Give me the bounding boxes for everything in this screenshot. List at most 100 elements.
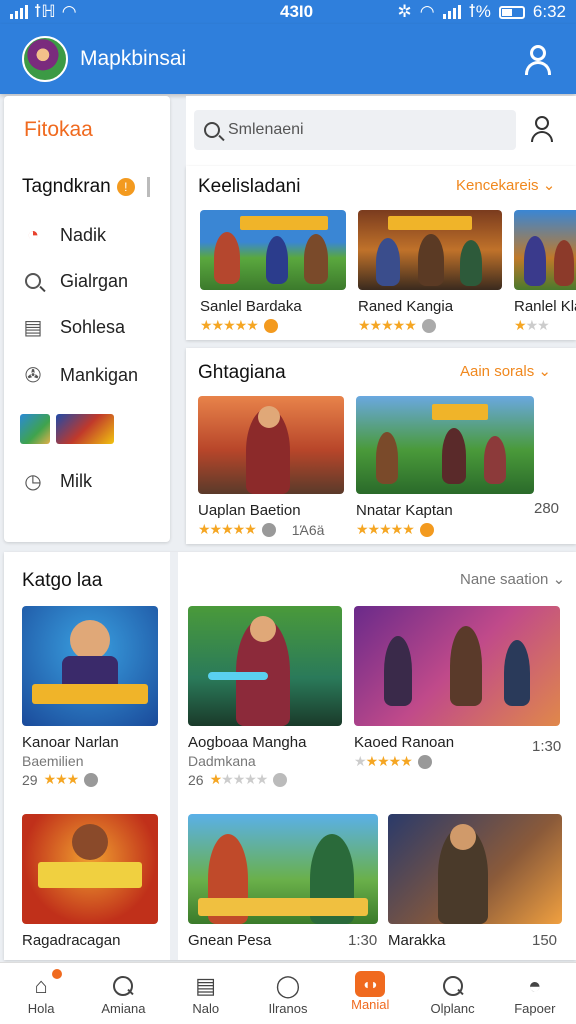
account-icon[interactable] [522,43,554,75]
game-rating: ★★★★★ [358,317,502,334]
game-price: 1:30 [532,738,562,755]
nav-home[interactable]: ⌂ Hola [0,963,82,1024]
battery-text: ꝉ% [468,2,491,21]
game-card[interactable]: Kanoar Narlan Baemilien 29 ★★★ [22,606,158,788]
nav-search[interactable]: Amiana [82,963,164,1024]
see-more-link[interactable]: Nane saation ⌄ [460,570,565,588]
nav-list[interactable]: ▤ Nalo [165,963,247,1024]
signal-icon [10,5,28,19]
nav-label: Fapoer [514,1001,556,1016]
game-title: Uaplan Baetion [198,502,301,519]
document-icon: ▤ [23,316,43,339]
game-thumbnail [198,396,344,494]
game-card[interactable]: Kaoed Ranoan ★★★★★ [354,606,560,770]
chat-icon: ◯ [275,973,301,998]
profile-icon: ◓ [528,973,542,998]
signal-icon-2 [442,5,461,19]
game-card[interactable]: Marakka [388,814,562,949]
settings-icon: ✇ [24,364,42,387]
star-rating: ★★★★★ [200,317,259,333]
badge-icon [261,522,276,537]
game-card[interactable]: Aogboaa Mangha Dadmkana 26 ★★★★★ [188,606,342,788]
section-title: Keelisladani [198,176,301,197]
nav-label: Nalo [192,1001,220,1016]
sidebar-item-label: Sohlesa [60,316,126,337]
game-title: Raned Kangia [358,298,454,315]
game-title: Kanoar Narlan [22,734,119,751]
alert-badge: ! [116,178,135,196]
sidebar-item-label: Gialrgan [60,270,129,291]
game-rating: ★★★★★ [356,521,534,538]
rating-count: 280 [534,500,560,517]
sidebar-item-gialrgan[interactable]: Gialrgan [20,268,128,294]
section-featured: Keelisladani Kencekareis ⌄ Sanlel Bardak… [186,166,576,340]
sidebar-item-mankigan[interactable]: ✇ Mankigan [20,362,138,388]
game-title: Aogboaa Mangha [188,734,307,751]
search-input[interactable]: Smlenaeni [194,110,516,150]
nav-games[interactable]: ◖◗ Manial [329,963,411,1024]
game-rating: ★★★★★ [200,317,346,334]
game-title: Kaoed Ranoan [354,734,455,751]
clock-icon: ◷ [24,470,42,493]
column-divider [170,552,178,960]
see-more-link[interactable]: Kencekareis ⌄ [456,176,555,194]
thumbnail-image[interactable] [20,414,50,444]
game-card[interactable]: Uaplan Baetion ★★★★★ 1Ά6ä [198,396,344,538]
profile-icon[interactable] [530,116,556,144]
status-left-text: ꝉℍ [34,2,56,21]
game-card[interactable]: Ragadracagan [22,814,158,949]
rating-prefix: 26 [188,771,204,788]
see-more-link[interactable]: Aain sorals ⌄ [460,362,551,380]
game-card[interactable]: Ranlel Kla ★★★ [514,210,576,334]
search-icon [20,268,46,294]
list-icon: ▤ [195,973,217,998]
nav-profile[interactable]: ◓ Fapoer [494,963,576,1024]
game-rating: ★★★ [514,317,576,334]
sidebar-item-milk[interactable]: ◷ Milk [20,468,92,494]
game-thumbnail [358,210,502,290]
star-rating: ★★★★★ [356,521,415,537]
game-card[interactable]: Sanlel Bardaka ★★★★★ [200,210,346,334]
app-title: Mapkbinsai [80,47,187,70]
nav-label: Ilranos [268,1001,308,1016]
nav-label: Olplanc [430,1001,475,1016]
game-thumbnail [388,814,562,924]
sidebar-heading-label: Tagndkran [22,176,111,197]
game-rating: ★★★★★ 1Ά6ä [198,521,344,538]
sidebar-item-nadik[interactable]: ◔ Nadik [20,222,106,248]
rating-prefix: 29 [22,771,38,788]
game-title: Sanlel Bardaka [200,298,302,315]
search-icon [204,122,220,138]
avatar[interactable] [22,36,68,82]
nav-chat[interactable]: ◯ Ilranos [247,963,329,1024]
game-thumbnail [22,814,158,924]
battery-icon [498,5,525,19]
game-title: Ragadracagan [22,932,121,949]
badge-icon [421,318,436,333]
nav-label: Manial [351,997,390,1012]
rating-count: 1Ά6ä [291,521,325,538]
game-rating: 26 ★★★★★ [188,771,342,788]
game-price: 150 [532,932,558,949]
status-center-text: 43Ӏ0 [280,2,314,21]
badge-icon [263,318,278,333]
sidebar: Fitokaa Tagndkran ! ◔ Nadik Gialrgan ▤ S… [4,96,170,542]
search-bar-area: Smlenaeni [186,96,576,166]
notification-dot [52,969,62,979]
sidebar-item-label: Milk [60,470,92,491]
sidebar-item-sohlesa[interactable]: ▤ Sohlesa [20,314,126,340]
nav-label: Amiana [101,1001,146,1016]
game-card[interactable]: Nnatar Kaptan ★★★★★ [356,396,534,538]
thumbnail-image[interactable] [56,414,114,444]
game-thumbnail [356,396,534,494]
sidebar-thumbnails [20,414,114,444]
game-title: Ranlel Kla [514,298,576,315]
vibrate-icon: ✲ [397,2,412,21]
wifi-icon-2: ◠ [419,2,435,21]
wifi-icon: ◠ [61,2,77,21]
game-card[interactable]: Raned Kangia ★★★★★ [358,210,502,334]
nav-explore[interactable]: Olplanc [411,963,493,1024]
game-card[interactable]: Gnean Pesa [188,814,378,949]
badge-icon [419,522,434,537]
clock-time: 6:32 [532,2,566,21]
